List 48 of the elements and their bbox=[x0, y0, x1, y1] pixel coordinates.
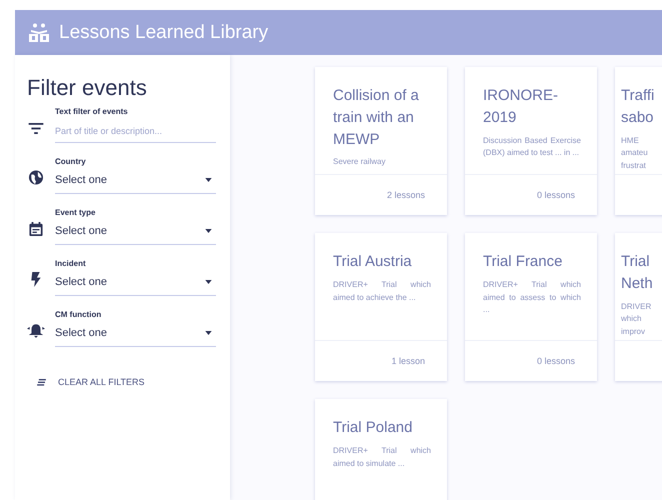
event-description: DRIVER+ Trial which aimed to achieve the ... bbox=[333, 278, 431, 304]
caret-icon bbox=[205, 229, 212, 233]
event-title: IRONORE-2019 bbox=[483, 86, 559, 128]
lessons-count: 2 lessons bbox=[386, 190, 425, 200]
event-card[interactable]: Traffi sabo HME amateu frustrat bbox=[615, 67, 662, 215]
select-dropdown[interactable]: Select one bbox=[55, 172, 216, 194]
event-description: Discussion Based Exercise (DBX) aimed to test ... in ... bbox=[483, 134, 581, 160]
event-description: Severe railway bbox=[333, 156, 386, 168]
event-card[interactable]: Trial Neth DRIVER which improv bbox=[615, 233, 662, 381]
event-description: DRIVER+ Trial which aimed to simulate ... bbox=[333, 444, 431, 470]
clear-list-icon bbox=[37, 378, 46, 386]
event-title: Trial France bbox=[483, 252, 564, 272]
event-card[interactable]: Collision of a train with an MEWP Severe railway 2 lessons bbox=[315, 67, 447, 215]
library-logo-icon bbox=[27, 22, 51, 42]
select-dropdown[interactable]: Select one bbox=[55, 223, 216, 245]
app-title: Lessons Learned Library bbox=[59, 22, 268, 44]
caret-icon bbox=[205, 280, 212, 284]
select-dropdown[interactable]: Select one bbox=[55, 274, 216, 296]
field-label: Event type bbox=[55, 208, 96, 217]
event-card[interactable]: Trial Poland DRIVER+ Trial which aimed to simulate ... bbox=[315, 399, 447, 500]
field-label: Country bbox=[55, 157, 87, 166]
clear-filters-button[interactable]: CLEAR ALL FILTERS bbox=[33, 373, 149, 391]
event-title: Collision of a train with an MEWP bbox=[333, 86, 420, 150]
calendar-icon bbox=[27, 222, 45, 236]
event-card[interactable]: Trial France DRIVER+ Trial which aimed to assess to which ... 0 lessons bbox=[465, 233, 597, 381]
event-title: Trial Poland bbox=[333, 418, 414, 438]
field-label: Text filter of events bbox=[55, 107, 129, 116]
field-label: CM function bbox=[55, 310, 102, 319]
event-description: DRIVER which improv bbox=[621, 300, 652, 338]
caret-icon bbox=[205, 331, 212, 335]
event-title: Traffi sabo bbox=[621, 86, 656, 128]
filter-heading: Filter events bbox=[27, 75, 148, 101]
select-dropdown[interactable]: Select one bbox=[55, 325, 216, 347]
lessons-count: 0 lessons bbox=[536, 356, 575, 366]
bell-icon bbox=[27, 323, 45, 338]
lessons-count: 0 lessons bbox=[536, 190, 575, 200]
event-description: HME amateu frustrat bbox=[621, 134, 649, 172]
field-label: Incident bbox=[55, 259, 87, 268]
event-card[interactable]: Trial Austria DRIVER+ Trial which aimed to achieve the ... 1 lesson bbox=[315, 233, 447, 381]
event-title: Trial Austria bbox=[333, 252, 413, 272]
globe-icon bbox=[27, 170, 45, 185]
caret-icon bbox=[205, 178, 212, 182]
event-description: DRIVER+ Trial which aimed to assess to which ... bbox=[483, 278, 581, 316]
event-title: Trial Neth bbox=[621, 252, 654, 294]
filter-icon bbox=[27, 123, 45, 134]
text-filter-field[interactable]: Part of title or description... bbox=[55, 122, 216, 143]
event-card[interactable]: IRONORE-2019 Discussion Based Exercise (DBX) aimed to test ... in ... 0 lessons bbox=[465, 67, 597, 215]
lessons-count: 1 lesson bbox=[391, 356, 425, 366]
